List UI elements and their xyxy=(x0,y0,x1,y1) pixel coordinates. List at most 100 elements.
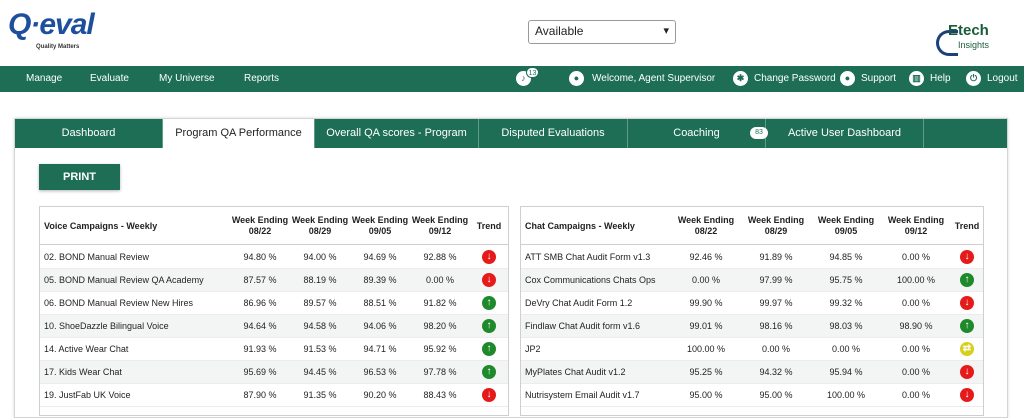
campaign-name: DeVry Chat Audit Form 1.2 xyxy=(525,298,633,308)
arrow-up-icon: ↑ xyxy=(960,273,974,287)
week-score-4: 0.00 % xyxy=(425,275,455,285)
week-score-1: 86.96 % xyxy=(243,298,277,308)
tab-bar: Dashboard Program QA Performance Overall… xyxy=(15,119,1007,148)
week-score-1: 92.46 % xyxy=(689,252,723,262)
nav-help[interactable]: Help xyxy=(930,73,951,84)
week-score-2: 91.35 % xyxy=(303,390,337,400)
table-row: 14. Active Wear Chat 91.93 % 91.53 % 94.71 … xyxy=(40,338,508,361)
col-header-week-1: Week Ending 08/22 xyxy=(231,215,289,236)
tab-active-user-dashboard[interactable]: Active User Dashboard xyxy=(766,119,924,148)
week-score-2: 94.32 % xyxy=(759,367,793,377)
nav-support[interactable]: Support xyxy=(861,73,896,84)
week-score-3: 94.71 % xyxy=(363,344,397,354)
arrow-up-icon: ↑ xyxy=(960,319,974,333)
week-score-2: 99.97 % xyxy=(759,298,793,308)
nav-reports[interactable]: Reports xyxy=(244,73,279,84)
campaign-name: Cox Communications Chats Ops xyxy=(525,275,656,285)
table-row: DeVry Chat Audit Form 1.2 99.90 % 99.97 % 9… xyxy=(521,292,983,315)
week-score-1: 99.90 % xyxy=(689,298,723,308)
table-row: 17. Kids Wear Chat 95.69 % 94.45 % 96.53 % 9… xyxy=(40,361,508,384)
campaign-name: 02. BOND Manual Review xyxy=(44,252,150,262)
table-row: 10. ShoeDazzle Bilingual Voice 94.64 % 94.… xyxy=(40,315,508,338)
week-score-2: 94.00 % xyxy=(303,252,337,262)
week-score-1: 87.90 % xyxy=(243,390,277,400)
power-icon[interactable]: ⏻ xyxy=(966,71,981,86)
week-score-1: 94.64 % xyxy=(243,321,277,331)
week-score-3: 100.00 % xyxy=(826,390,866,400)
table-header: Voice Campaigns - Weekly Week Ending 08/… xyxy=(40,207,508,245)
tab-program-qa-performance[interactable]: Program QA Performance xyxy=(163,119,315,148)
qeval-logo[interactable]: Q·eval Quality Matters xyxy=(8,8,95,54)
support-icon[interactable]: ● xyxy=(840,71,855,86)
voice-campaigns-table: Voice Campaigns - Weekly Week Ending 08/… xyxy=(39,206,509,416)
user-icon: ● xyxy=(569,71,584,86)
week-score-2: 88.19 % xyxy=(303,275,337,285)
week-score-4: 95.92 % xyxy=(423,344,457,354)
campaign-name: 17. Kids Wear Chat xyxy=(44,367,122,377)
week-score-3: 98.03 % xyxy=(829,321,863,331)
arrow-down-icon: ↓ xyxy=(482,250,496,264)
table-row: Nutrisystem Email Audit v1.7 95.00 % 95.00… xyxy=(521,384,983,407)
arrow-up-icon: ↑ xyxy=(482,319,496,333)
table-row: ATT SMB Chat Audit Form v1.3 92.46 % 91.89… xyxy=(521,246,983,269)
week-score-1: 0.00 % xyxy=(691,275,721,285)
tab-overall-qa-scores[interactable]: Overall QA scores - Program xyxy=(315,119,479,148)
week-score-3: 96.53 % xyxy=(363,367,397,377)
week-score-4: 88.43 % xyxy=(423,390,457,400)
arrow-down-icon: ↓ xyxy=(960,296,974,310)
nav-logout[interactable]: Logout xyxy=(987,73,1018,84)
col-header-campaign: Chat Campaigns - Weekly xyxy=(525,220,635,231)
week-score-2: 91.53 % xyxy=(303,344,337,354)
week-score-3: 88.51 % xyxy=(363,298,397,308)
print-button[interactable]: PRINT xyxy=(39,164,120,190)
etech-logo-line2: Insights xyxy=(958,40,990,50)
arrow-up-icon: ↑ xyxy=(482,365,496,379)
week-score-3: 94.85 % xyxy=(829,252,863,262)
week-score-3: 94.69 % xyxy=(363,252,397,262)
week-score-2: 95.00 % xyxy=(759,390,793,400)
col-header-trend: Trend xyxy=(476,220,502,231)
week-score-1: 99.01 % xyxy=(689,321,723,331)
col-header-week-2: Week Ending 08/29 xyxy=(291,215,349,236)
arrow-down-icon: ↓ xyxy=(960,365,974,379)
notification-count: 13 xyxy=(526,67,539,78)
nav-my-universe[interactable]: My Universe xyxy=(159,73,215,84)
week-score-2: 89.57 % xyxy=(303,298,337,308)
arrow-down-icon: ↓ xyxy=(960,388,974,402)
table-row: JP2 100.00 % 0.00 % 0.00 % 0.00 % ⇄ xyxy=(521,338,983,361)
week-score-4: 0.00 % xyxy=(901,252,931,262)
arrow-down-icon: ↓ xyxy=(960,250,974,264)
week-score-4: 97.78 % xyxy=(423,367,457,377)
week-score-3: 95.94 % xyxy=(829,367,863,377)
week-score-1: 95.69 % xyxy=(243,367,277,377)
week-score-1: 87.57 % xyxy=(243,275,277,285)
etech-logo-line1: Etech xyxy=(948,22,989,39)
campaign-name: ATT SMB Chat Audit Form v1.3 xyxy=(525,252,651,262)
col-header-week-4: Week Ending 09/12 xyxy=(887,215,945,236)
week-score-2: 94.45 % xyxy=(303,367,337,377)
main-nav: Manage Evaluate My Universe Reports ♪ 13… xyxy=(0,66,1024,92)
nav-manage[interactable]: Manage xyxy=(26,73,62,84)
campaign-name: Nutrisystem Email Audit v1.7 xyxy=(525,390,640,400)
nav-evaluate[interactable]: Evaluate xyxy=(90,73,129,84)
dashboard-panel: Dashboard Program QA Performance Overall… xyxy=(14,118,1008,418)
week-score-3: 95.75 % xyxy=(829,275,863,285)
col-header-trend: Trend xyxy=(954,220,980,231)
etech-logo: Etech Insights xyxy=(936,22,1016,62)
tab-dashboard[interactable]: Dashboard xyxy=(15,119,163,148)
status-selected: Available xyxy=(535,24,584,38)
nav-change-password[interactable]: Change Password xyxy=(754,73,836,84)
table-row: Findlaw Chat Audit form v1.6 99.01 % 98.16… xyxy=(521,315,983,338)
arrow-swap-icon: ⇄ xyxy=(960,342,974,356)
help-book-icon[interactable]: ▥ xyxy=(909,71,924,86)
logo-word: Q·eval xyxy=(8,8,95,41)
gear-icon[interactable]: ✱ xyxy=(733,71,748,86)
tab-disputed-evaluations[interactable]: Disputed Evaluations xyxy=(479,119,628,148)
top-bar: Q·eval Quality Matters Available ▾ Etech… xyxy=(0,0,1024,66)
status-dropdown[interactable]: Available ▾ xyxy=(528,20,676,44)
table-row: Cox Communications Chats Ops 0.00 % 97.99 … xyxy=(521,269,983,292)
chevron-down-icon: ▾ xyxy=(663,25,669,37)
arrow-up-icon: ↑ xyxy=(482,296,496,310)
tab-coaching[interactable]: Coaching 83 xyxy=(628,119,768,148)
campaign-name: 06. BOND Manual Review New Hires xyxy=(44,298,194,308)
